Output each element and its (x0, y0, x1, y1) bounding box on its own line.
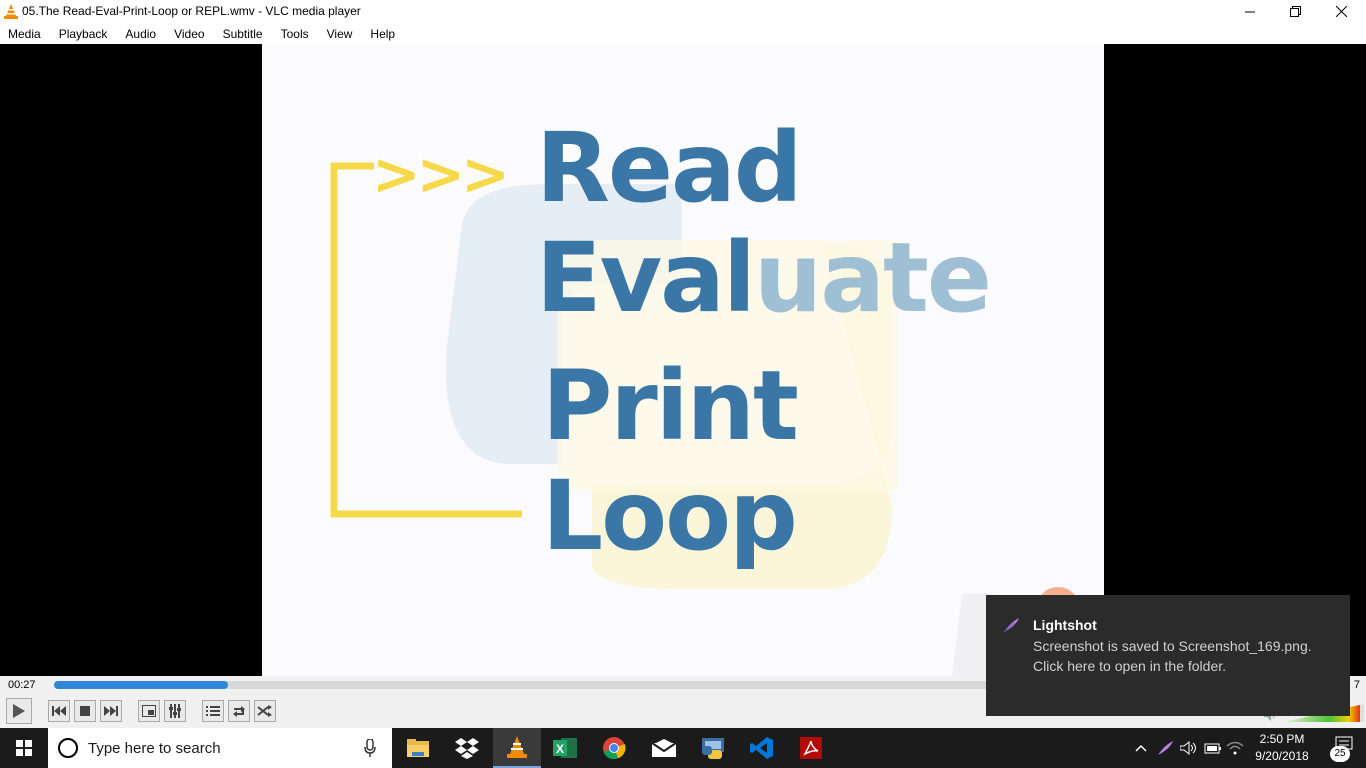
system-clock[interactable]: 2:50 PM 9/20/2018 (1244, 731, 1320, 765)
slide-word-print: Print (542, 350, 799, 462)
elapsed-time: 00:27 (8, 679, 36, 691)
restore-icon (1289, 6, 1301, 17)
window-title: 05.The Read-Eval-Print-Loop or REPL.wmv … (22, 4, 361, 18)
mail-icon[interactable] (640, 728, 688, 768)
video-frame: >>> Read Evaluate Print Loop (262, 44, 1104, 676)
playlist-icon (206, 706, 220, 716)
total-time: 7 (1353, 679, 1360, 691)
chevron-up-icon (1135, 744, 1147, 752)
minimize-button[interactable] (1227, 0, 1273, 23)
menu-audio[interactable]: Audio (125, 27, 156, 41)
playlist-button[interactable] (202, 700, 224, 722)
chrome-icon[interactable] (590, 728, 638, 768)
notification-title: Lightshot (1033, 617, 1097, 633)
slide-word-evaluate-main: Eval (536, 222, 756, 334)
close-button[interactable] (1318, 0, 1364, 23)
cortana-icon (58, 738, 78, 758)
notification-body: Screenshot is saved to Screenshot_169.pn… (1033, 638, 1312, 674)
svg-text:X: X (556, 742, 564, 756)
search-placeholder: Type here to search (88, 740, 221, 757)
fullscreen-button[interactable] (138, 700, 160, 722)
loop-icon (233, 706, 245, 717)
restore-button[interactable] (1272, 0, 1318, 23)
shuffle-button[interactable] (254, 700, 276, 722)
vlc-icon[interactable] (493, 728, 541, 768)
slide-word-evaluate: Evaluate (536, 230, 992, 326)
clock-time: 2:50 PM (1259, 732, 1305, 746)
next-icon (104, 706, 118, 716)
start-button[interactable] (0, 728, 48, 768)
title-bar: 05.The Read-Eval-Print-Loop or REPL.wmv … (0, 0, 1366, 23)
vscode-icon[interactable] (738, 728, 786, 768)
menu-playback[interactable]: Playback (59, 27, 108, 41)
notification-count-badge: 25 (1330, 746, 1350, 762)
slide-word-loop: Loop (542, 460, 798, 572)
stop-icon (80, 706, 90, 716)
windows-icon (16, 740, 32, 756)
fullscreen-icon (142, 705, 156, 717)
search-input[interactable]: Type here to search (48, 728, 392, 768)
slide-word-read: Read (536, 112, 803, 224)
lightshot-tray-icon[interactable] (1154, 728, 1176, 768)
file-explorer-icon[interactable] (394, 728, 442, 768)
next-button[interactable] (100, 700, 122, 722)
taskbar: Type here to search X 2:50 PM 9/20/2018 … (0, 728, 1366, 768)
menu-video[interactable]: Video (174, 27, 204, 41)
wifi-icon[interactable] (1224, 728, 1246, 768)
microphone-icon[interactable] (364, 739, 376, 757)
feather-icon (1003, 618, 1019, 633)
menu-bar: Media Playback Audio Video Subtitle Tool… (0, 23, 1366, 44)
python-icon[interactable] (689, 728, 737, 768)
play-button[interactable] (6, 698, 32, 724)
stop-button[interactable] (74, 700, 96, 722)
acrobat-icon[interactable] (787, 728, 835, 768)
lightshot-notification[interactable]: Lightshot Screenshot is saved to Screens… (986, 595, 1350, 716)
menu-tools[interactable]: Tools (281, 27, 309, 41)
loop-button[interactable] (228, 700, 250, 722)
play-icon (13, 704, 25, 718)
previous-icon (52, 706, 66, 716)
vlc-cone-icon (4, 4, 18, 19)
show-hidden-icons-button[interactable] (1130, 728, 1152, 768)
seek-progress (54, 681, 229, 689)
close-icon (1335, 6, 1347, 17)
slide-word-evaluate-fade: uate (753, 222, 992, 334)
menu-subtitle[interactable]: Subtitle (223, 27, 263, 41)
video-area[interactable]: >>> Read Evaluate Print Loop (0, 44, 1366, 676)
menu-media[interactable]: Media (8, 27, 41, 41)
previous-button[interactable] (48, 700, 70, 722)
speaker-icon[interactable] (1178, 728, 1200, 768)
extended-settings-button[interactable] (164, 700, 186, 722)
dropbox-icon[interactable] (443, 728, 491, 768)
menu-help[interactable]: Help (370, 27, 395, 41)
excel-icon[interactable]: X (541, 728, 589, 768)
battery-icon[interactable] (1202, 728, 1224, 768)
equalizer-icon (169, 704, 181, 718)
repl-prompt: >>> (372, 140, 510, 208)
minimize-icon (1245, 11, 1255, 12)
shuffle-icon (257, 705, 272, 717)
clock-date: 9/20/2018 (1255, 749, 1309, 763)
menu-view[interactable]: View (327, 27, 353, 41)
